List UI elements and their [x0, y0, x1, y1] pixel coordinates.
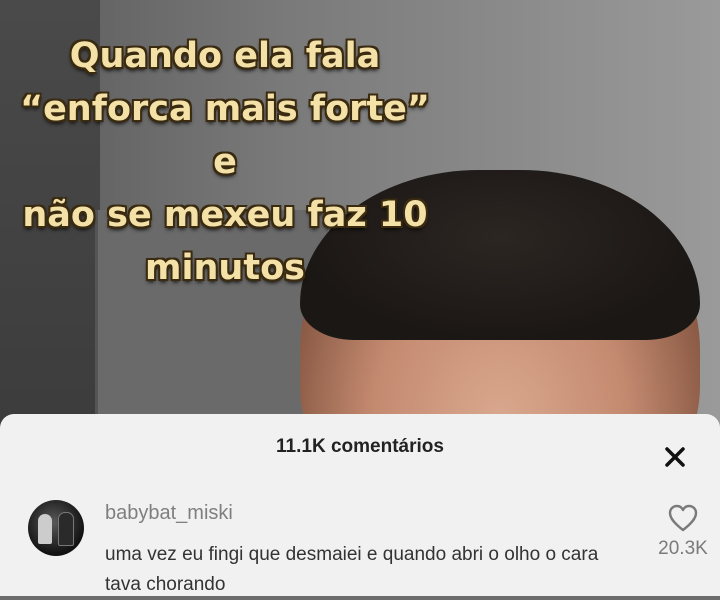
like-button[interactable]: 20.3K	[648, 504, 718, 560]
comment-item: babybat_miski uma vez eu fingi que desma…	[28, 500, 708, 600]
avatar-figure	[38, 514, 52, 544]
heart-outline-icon[interactable]	[668, 504, 698, 532]
video-player[interactable]: Quando ela fala “enforca mais forte” e n…	[0, 0, 720, 430]
comment-username[interactable]: babybat_miski	[105, 502, 233, 525]
comments-sheet: 11.1K comentários babybat_miski uma vez …	[0, 414, 720, 596]
close-icon[interactable]	[660, 442, 690, 472]
avatar[interactable]	[28, 500, 84, 556]
avatar-figure	[58, 512, 74, 546]
like-count: 20.3K	[658, 538, 708, 559]
video-caption: Quando ela fala “enforca mais forte” e n…	[20, 36, 430, 288]
comment-text: uma vez eu fingi que desmaiei e quando a…	[105, 544, 599, 595]
comments-count-title: 11.1K comentários	[276, 436, 444, 457]
